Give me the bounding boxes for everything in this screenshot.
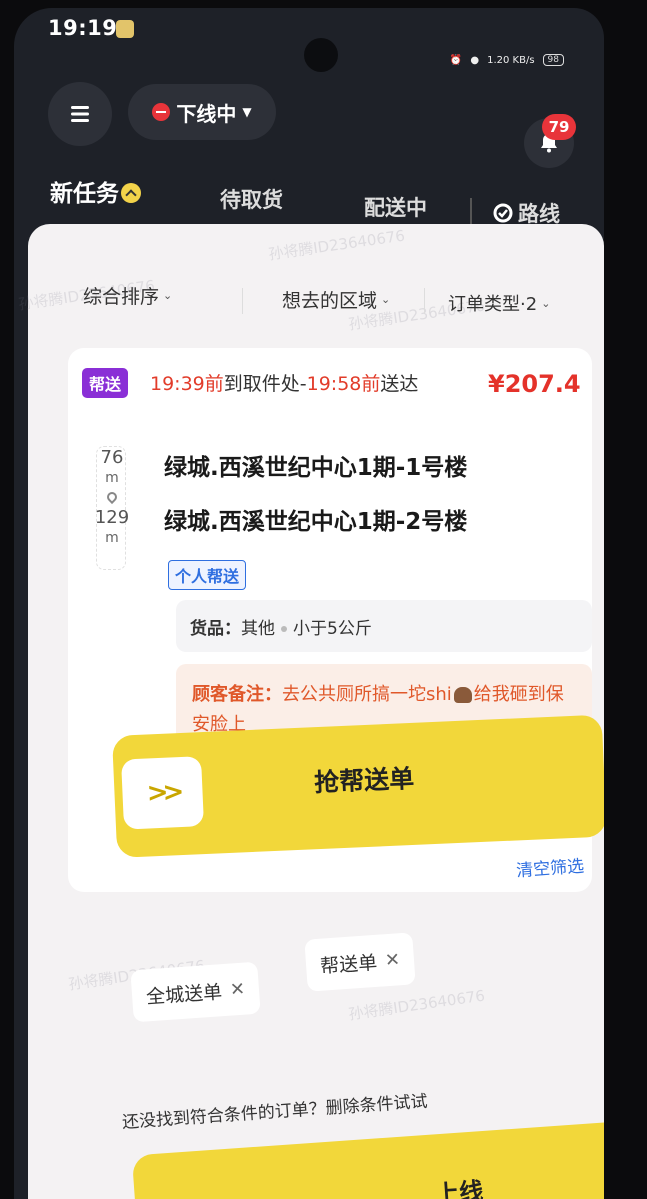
go-online-label: 上线 (434, 1177, 485, 1199)
location-icon: ● (470, 54, 480, 66)
distance-column: 76 m 129 m (94, 448, 130, 548)
close-icon[interactable]: ✕ (384, 949, 401, 971)
caret-down-icon: ▼ (242, 105, 252, 119)
close-icon[interactable]: ✕ (229, 978, 246, 1000)
goods-label: 货品： (190, 619, 241, 639)
watermark: 孙将腾ID23640676 (267, 226, 406, 264)
online-status-label: 下线中 (176, 101, 237, 126)
slider-handle[interactable]: >> (121, 756, 205, 830)
sort-filter[interactable]: 综合排序 ⌄ (83, 282, 172, 309)
tab-new-tasks[interactable]: 新任务 (50, 174, 141, 208)
filter-chip-help-delivery[interactable]: 帮送单 ✕ (304, 932, 416, 992)
offline-dot-icon (152, 103, 171, 121)
delivery-distance-unit: m (105, 530, 119, 546)
location-pin-icon (104, 489, 120, 505)
watermark: 孙将腾ID23640676 (347, 986, 486, 1024)
pickup-deadline: 19:39前 (150, 373, 224, 395)
notification-badge: 79 (542, 114, 576, 140)
tab-label: 新任务 (50, 181, 119, 207)
tab-label: 待取货 (220, 188, 283, 212)
filter-bar: 综合排序 ⌄ 想去的区域 ⌄ 订单类型·2 ⌄ (28, 264, 604, 316)
poop-emoji-icon (453, 687, 472, 703)
chevron-down-icon: ⌄ (163, 289, 173, 302)
grab-order-label: 抢帮送单 (313, 763, 415, 798)
note-text-1: 去公共厕所搞一坨shi (282, 684, 452, 705)
filter-chip-citywide[interactable]: 全城送单 ✕ (130, 961, 261, 1023)
status-right: ⏰ ● 1.20 KB/s 98 (450, 54, 564, 66)
delivery-address: 绿城.西溪世纪中心1期-2号楼 (164, 509, 468, 535)
pickup-distance-unit: m (105, 470, 119, 486)
separator-dot (281, 626, 287, 632)
goods-weight: 小于5公斤 (293, 619, 372, 639)
camera-cutout (304, 38, 338, 72)
goods-info: 货品：其他 小于5公斤 (176, 600, 592, 652)
chip-label: 全城送单 (145, 980, 223, 1008)
tab-awaiting-pickup[interactable]: 待取货 (220, 184, 283, 214)
filter-label: 订单类型·2 (448, 294, 538, 315)
delivery-deadline: 19:58前 (306, 373, 381, 395)
pickup-address: 绿城.西溪世纪中心1期-1号楼 (164, 455, 468, 481)
chevron-down-icon: ⌄ (381, 293, 391, 306)
route-icon (493, 203, 513, 223)
note-label: 顾客备注： (192, 684, 282, 705)
area-filter[interactable]: 想去的区域 ⌄ (282, 286, 390, 313)
tab-bar: 新任务 待取货 配送中 路线 (14, 168, 604, 228)
delivery-text: 送达 (380, 373, 419, 395)
delivery-time-window: 19:39前到取件处-19:58前送达 (150, 370, 480, 398)
filter-label: 想去的区域 (282, 290, 378, 312)
order-type-tag: 帮送 (82, 368, 129, 398)
net-speed: 1.20 KB/s (487, 54, 535, 66)
personal-delivery-tag: 个人帮送 (168, 560, 247, 590)
task-list-panel: 孙将腾ID23640676 孙将腾ID23640676 孙将腾ID2364067… (17, 224, 604, 1199)
hamburger-icon (71, 106, 89, 122)
status-time: 19:19 (48, 16, 118, 40)
double-chevron-right-icon: >> (146, 777, 179, 809)
chevron-down-icon: ⌄ (541, 296, 551, 310)
filter-label: 综合排序 (83, 286, 160, 308)
battery-indicator: 98 (542, 54, 564, 66)
alarm-icon: ⏰ (449, 54, 463, 66)
order-price: ¥207.4 (488, 370, 581, 398)
no-results-hint: 还没找到符合条件的订单？删除条件试试 (121, 1091, 429, 1133)
app-notification-icon (116, 20, 134, 38)
chip-label: 帮送单 (319, 951, 378, 978)
order-type-filter[interactable]: 订单类型·2 ⌄ (448, 290, 550, 316)
phone-screen: 19:19 ⏰ ● 1.20 KB/s 98 下线中 ▼ 79 新任务 待取货 … (14, 8, 604, 1199)
tab-delivering[interactable]: 配送中 (364, 192, 427, 222)
tab-label: 配送中 (364, 196, 427, 220)
menu-button[interactable] (48, 82, 112, 146)
goods-type: 其他 (241, 619, 275, 639)
filter-divider (242, 288, 243, 314)
online-status-dropdown[interactable]: 下线中 ▼ (128, 84, 276, 140)
delivery-distance: 129 (94, 507, 130, 528)
clear-filters-link[interactable]: 清空筛选 (515, 852, 585, 882)
chevron-up-icon (121, 182, 141, 203)
grab-order-slider[interactable]: >> 抢帮送单 (112, 714, 604, 858)
filter-divider (424, 288, 425, 314)
pickup-text: 到取件处- (223, 373, 307, 395)
pickup-distance: 76 (100, 447, 124, 468)
